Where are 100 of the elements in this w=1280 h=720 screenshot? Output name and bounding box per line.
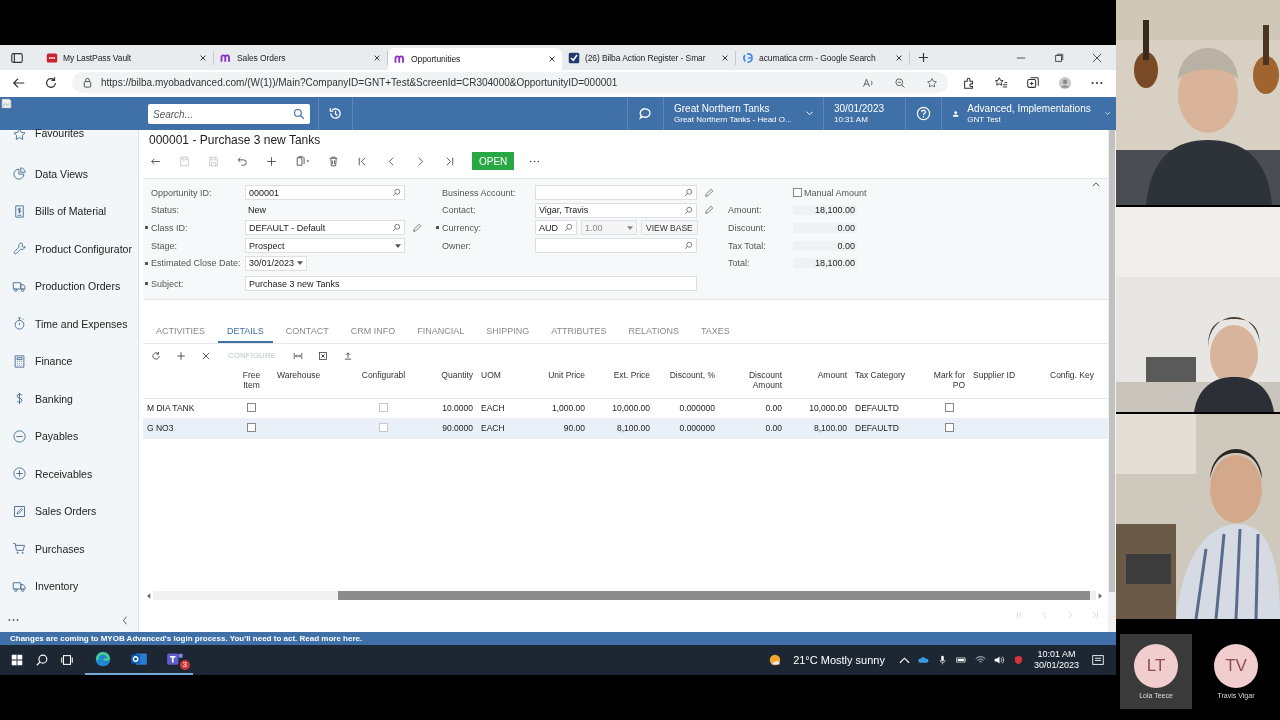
cloud-icon[interactable] [917,655,929,665]
copy-paste-icon[interactable] [294,154,311,168]
column-header[interactable]: Mark for PO [929,367,969,390]
sidebar-item[interactable]: Product Configurator [0,230,138,268]
weather-text[interactable]: 21°C Mostly sunny [793,654,885,666]
close-icon[interactable] [721,53,729,62]
scroll-right-icon[interactable] [1098,592,1102,599]
column-header[interactable]: Unit Price [524,367,589,380]
column-header[interactable]: Configurabl [351,367,416,380]
tab[interactable]: ACTIVITIES [147,325,214,343]
extensions-icon[interactable] [962,75,976,90]
browser-tab[interactable]: (26) Bilba Action Register - Smar [562,50,736,65]
favorite-star-icon[interactable] [926,76,938,89]
subject-field[interactable]: Purchase 3 new Tanks [245,276,697,292]
fit-columns-icon[interactable] [293,350,303,361]
teams-icon[interactable] [166,650,184,668]
tab[interactable]: CONTACT [276,325,338,343]
sidebar-item[interactable]: Data Views [0,155,138,193]
checkbox[interactable] [247,402,256,412]
checkbox[interactable] [793,188,802,198]
microphone-icon[interactable] [936,655,948,665]
company-selector[interactable]: Great Northern Tanks Great Northern Tanks - Head O... [663,97,823,130]
column-header[interactable]: Tax Category [851,367,929,380]
zoom-icon[interactable] [894,76,906,89]
column-header[interactable]: Quantity [416,367,477,380]
lookup-field[interactable]: 000001 [245,185,405,201]
restore-icon[interactable] [1054,52,1064,63]
lookup-field[interactable]: DEFAULT - Default [245,220,405,236]
collections-icon[interactable] [1026,75,1040,90]
scrollbar-thumb[interactable] [338,591,1090,600]
column-header[interactable]: Discount, % [654,367,719,380]
checkbox[interactable] [944,402,954,412]
tab[interactable]: ATTRIBUTES [542,325,616,343]
dropdown-field[interactable]: Prospect [245,238,405,254]
refresh-icon[interactable] [151,350,161,361]
sidebar-item[interactable]: Favourites [0,127,138,137]
outlook-icon[interactable] [130,650,148,668]
excel-export-icon[interactable] [318,350,328,361]
upload-icon[interactable] [343,350,353,361]
sidebar-item[interactable]: Payables [0,417,138,455]
clock[interactable]: 10:01 AM 30/01/2023 [1033,649,1079,671]
column-header[interactable]: Warehouse [273,367,351,380]
close-icon[interactable] [373,53,381,62]
lookup-field[interactable] [535,238,697,254]
tab[interactable]: CRM INFO [341,325,405,343]
add-icon[interactable] [176,350,186,361]
tab[interactable]: DETAILS [218,325,273,343]
sidebar-item[interactable]: Purchases [0,530,138,568]
column-header[interactable]: Discount Amount [719,367,786,390]
browser-tab[interactable]: Opportunities [388,48,562,70]
read-aloud-icon[interactable] [862,76,874,89]
close-icon[interactable] [895,53,903,62]
checkbox[interactable] [379,422,388,432]
delete-x-icon[interactable] [201,350,211,361]
tab[interactable]: RELATIONS [619,325,688,343]
table-row[interactable]: M DIA TANK 10.0000 EACH 1,000.00 10,000.00 0.000000 0.00 10,000.00 DEFAULTD [143,398,1108,419]
browser-tab[interactable]: acumatica crm - Google Search [736,50,910,65]
tab[interactable]: SHIPPING [477,325,539,343]
reload-icon[interactable] [44,75,58,90]
currency-field[interactable]: AUD [535,220,577,236]
rate-field[interactable]: 1.00 [581,220,637,236]
scroll-left-icon[interactable] [147,592,151,599]
lookup-field[interactable]: Vigar, Travis [535,202,697,218]
date-field[interactable]: 30/01/2023 [245,255,307,271]
manual-amount-checkbox[interactable]: Manual Amount [793,187,867,198]
sidebar-item[interactable]: Banking [0,380,138,418]
address-field[interactable]: https://bilba.myobadvanced.com/(W(1))/Main?CompanyID=GNT+Test&ScreenId=CR304000&OpportunityID=000001 [72,72,948,93]
date-selector[interactable]: 30/01/2023 10:31 AM [823,97,905,130]
close-icon[interactable] [1092,52,1102,63]
lookup-field[interactable] [535,185,697,201]
table-row[interactable]: G NO3 90.0000 EACH 90.00 8,100.00 0.000000 0.00 8,100.00 DEFAULTD [143,418,1108,439]
tab[interactable]: FINANCIAL [408,325,474,343]
history-icon[interactable] [328,106,343,121]
delete-icon[interactable] [327,154,340,168]
chat-icon[interactable] [638,106,653,121]
notifications-icon[interactable] [1091,653,1105,667]
new-tab-icon[interactable] [918,52,929,63]
checkbox[interactable] [247,422,256,432]
tab-actions-icon[interactable] [10,50,24,65]
sidebar-item[interactable]: Sales Orders [0,492,138,530]
search-icon[interactable] [35,653,49,667]
sidebar-item[interactable]: Time and Expenses [0,305,138,343]
column-header[interactable]: Amount [786,367,851,380]
tab[interactable]: TAXES [691,325,739,343]
close-icon[interactable] [199,53,207,62]
notice-banner[interactable]: Changes are coming to MYOB Advanced's login process. You'll need to act. Read more here. [0,632,1116,645]
checkbox[interactable] [379,402,388,412]
column-header[interactable]: Supplier ID [969,367,1046,380]
sidebar-item[interactable]: Inventory [0,567,138,605]
column-header[interactable]: Config. Key [1046,367,1106,380]
speaker-icon[interactable] [993,655,1005,665]
more-icon[interactable] [8,618,19,622]
sidebar-item[interactable]: Finance [0,342,138,380]
horizontal-scrollbar[interactable] [145,591,1104,600]
task-view-icon[interactable] [60,653,74,667]
column-header[interactable]: Ext. Price [589,367,654,380]
edge-browser-icon[interactable] [94,650,112,668]
browser-tab[interactable]: My LastPass Vault [40,50,214,65]
vertical-scrollbar[interactable] [1108,130,1116,632]
back-arrow-icon[interactable] [12,75,26,90]
